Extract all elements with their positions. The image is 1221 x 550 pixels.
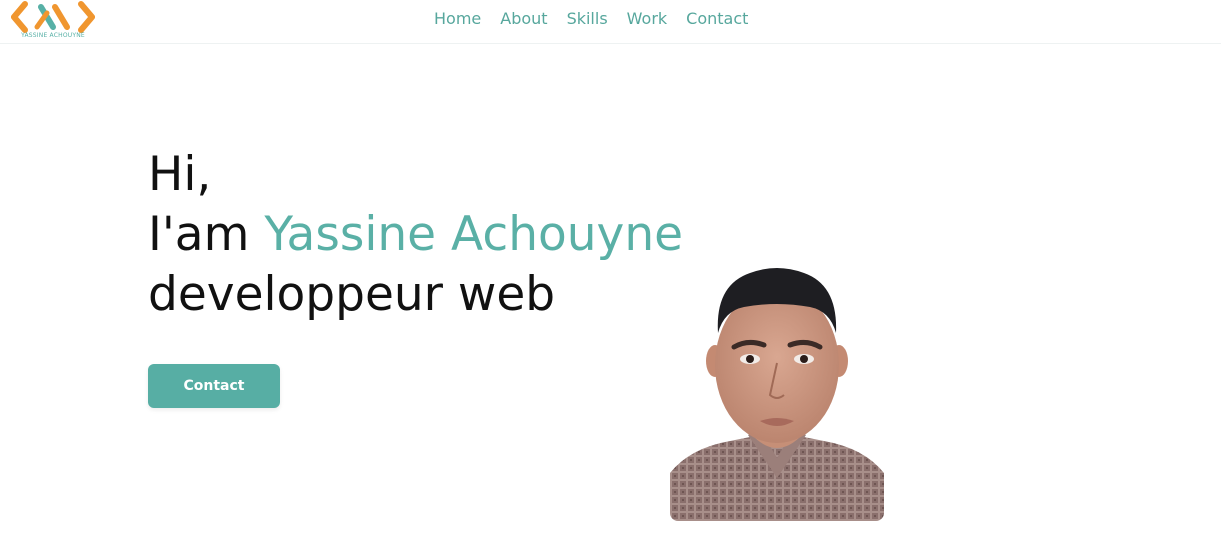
portrait-image: [670, 263, 884, 521]
hero-intro: I'am: [148, 207, 265, 262]
profile-photo: [670, 263, 884, 521]
hero-name: Yassine Achouyne: [264, 207, 684, 262]
main-nav: Home About Skills Work Contact: [434, 9, 748, 28]
code-brackets-logo-icon: [11, 1, 95, 33]
nav-home[interactable]: Home: [434, 9, 481, 28]
hero-section: Hi, I'am Yassine Achouyne developpeur we…: [148, 145, 683, 325]
hero-greeting: Hi,: [148, 147, 212, 202]
site-header: YASSINE ACHOUYNE Home About Skills Work …: [0, 0, 1221, 44]
nav-work[interactable]: Work: [627, 9, 668, 28]
nav-about[interactable]: About: [500, 9, 547, 28]
nav-contact[interactable]: Contact: [686, 9, 748, 28]
nav-skills[interactable]: Skills: [567, 9, 608, 28]
logo[interactable]: YASSINE ACHOUYNE: [9, 0, 97, 42]
hero-intro-line: I'am Yassine Achouyne: [148, 205, 683, 265]
contact-button[interactable]: Contact: [148, 364, 280, 408]
hero-role: developpeur web: [148, 267, 556, 322]
logo-text: YASSINE ACHOUYNE: [21, 32, 85, 39]
